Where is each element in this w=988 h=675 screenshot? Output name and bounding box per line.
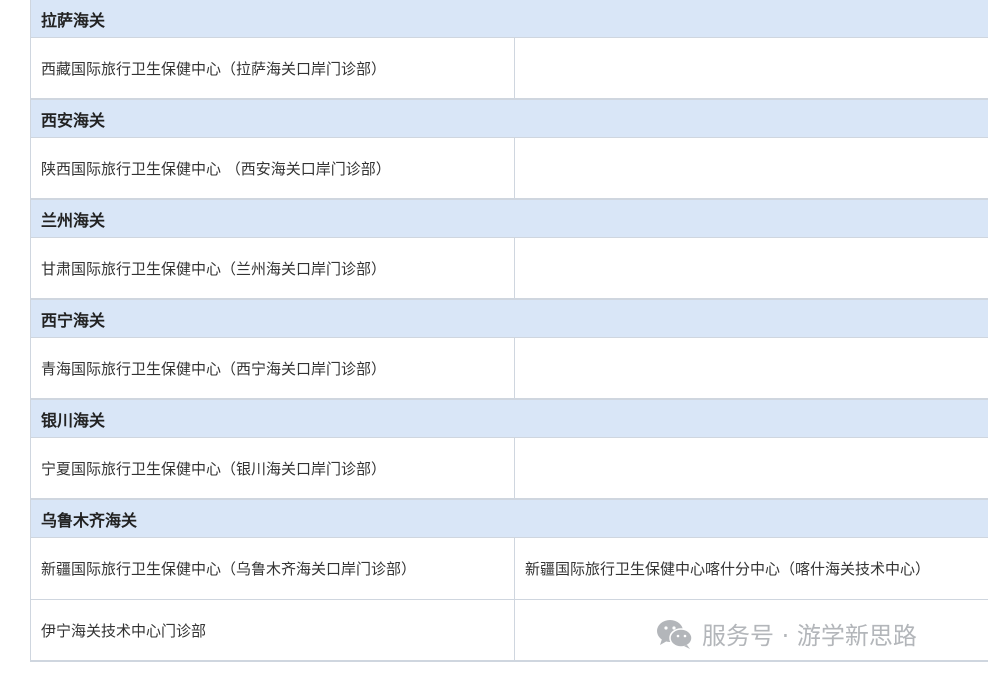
table-cell: 宁夏国际旅行卫生保健中心（银川海关口岸门诊部） — [31, 438, 515, 498]
table-row: 甘肃国际旅行卫生保健中心（兰州海关口岸门诊部） — [30, 238, 988, 300]
table-row: 新疆国际旅行卫生保健中心（乌鲁木齐海关口岸门诊部） 新疆国际旅行卫生保健中心喀什… — [30, 538, 988, 600]
table-cell — [515, 438, 988, 498]
section-xian: 西安海关 陕西国际旅行卫生保健中心 （西安海关口岸门诊部） — [30, 100, 988, 200]
table-cell: 伊宁海关技术中心门诊部 — [31, 600, 515, 660]
table-cell — [515, 138, 988, 198]
section-lhasa: 拉萨海关 西藏国际旅行卫生保健中心（拉萨海关口岸门诊部） — [30, 0, 988, 100]
table-row: 西藏国际旅行卫生保健中心（拉萨海关口岸门诊部） — [30, 38, 988, 100]
table-row: 宁夏国际旅行卫生保健中心（银川海关口岸门诊部） — [30, 438, 988, 500]
table-cell: 甘肃国际旅行卫生保健中心（兰州海关口岸门诊部） — [31, 238, 515, 298]
section-lanzhou: 兰州海关 甘肃国际旅行卫生保健中心（兰州海关口岸门诊部） — [30, 200, 988, 300]
watermark: 服务号 · 游学新思路 — [656, 616, 917, 651]
table-cell: 新疆国际旅行卫生保健中心（乌鲁木齐海关口岸门诊部） — [31, 538, 515, 599]
table-row: 青海国际旅行卫生保健中心（西宁海关口岸门诊部） — [30, 338, 988, 400]
section-header: 西宁海关 — [30, 300, 988, 338]
table-cell: 西藏国际旅行卫生保健中心（拉萨海关口岸门诊部） — [31, 38, 515, 98]
watermark-text: 服务号 · 游学新思路 — [702, 622, 917, 650]
table-cell: 新疆国际旅行卫生保健中心喀什分中心（喀什海关技术中心） — [525, 560, 931, 578]
section-header: 拉萨海关 — [30, 0, 988, 38]
table-cell — [515, 38, 988, 98]
section-xining: 西宁海关 青海国际旅行卫生保健中心（西宁海关口岸门诊部） — [30, 300, 988, 400]
table-cell: 陕西国际旅行卫生保健中心 （西安海关口岸门诊部） — [31, 138, 515, 198]
section-yinchuan: 银川海关 宁夏国际旅行卫生保健中心（银川海关口岸门诊部） — [30, 400, 988, 500]
section-header: 西安海关 — [30, 100, 988, 138]
section-header: 乌鲁木齐海关 — [30, 500, 988, 538]
table-cell: 青海国际旅行卫生保健中心（西宁海关口岸门诊部） — [31, 338, 515, 398]
section-header: 兰州海关 — [30, 200, 988, 238]
clinic-table: 拉萨海关 西藏国际旅行卫生保健中心（拉萨海关口岸门诊部） 西安海关 陕西国际旅行… — [30, 0, 988, 662]
table-row: 陕西国际旅行卫生保健中心 （西安海关口岸门诊部） — [30, 138, 988, 200]
wechat-icon — [657, 619, 693, 649]
table-cell — [515, 238, 988, 298]
section-header: 银川海关 — [30, 400, 988, 438]
table-cell — [515, 338, 988, 398]
